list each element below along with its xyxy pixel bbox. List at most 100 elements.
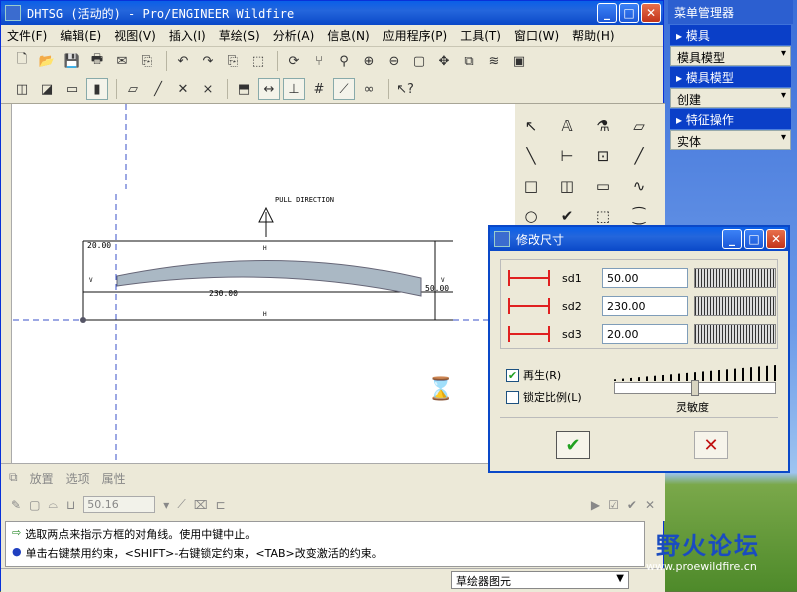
menu-view[interactable]: 视图(V) bbox=[114, 27, 156, 44]
menu-edit[interactable]: 编辑(E) bbox=[60, 27, 101, 44]
menu-sketch[interactable]: 草绘(S) bbox=[219, 27, 260, 44]
layers-icon[interactable]: ≋ bbox=[483, 50, 505, 72]
tab-properties[interactable]: 属性 bbox=[102, 470, 126, 487]
dialog-minimize-button[interactable]: _ bbox=[722, 229, 742, 249]
navigator-strip[interactable] bbox=[1, 104, 12, 464]
offset-icon[interactable]: ▭ bbox=[591, 174, 615, 198]
undo-icon[interactable]: ↶ bbox=[172, 50, 194, 72]
thicken-icon[interactable]: ⊔ bbox=[66, 498, 75, 512]
mm-item-solid[interactable]: 实体 ▾ bbox=[670, 130, 791, 150]
select-arrow-icon[interactable]: ↖ bbox=[519, 114, 543, 138]
solid-icon[interactable]: ▢ bbox=[29, 498, 40, 512]
mm-header-feature-ops[interactable]: ▸ 特征操作 bbox=[670, 109, 791, 129]
zoom-in-icon[interactable]: ⊕ bbox=[358, 50, 380, 72]
remove-material-icon[interactable]: ⌧ bbox=[194, 498, 208, 512]
accept-icon[interactable]: ✔ bbox=[627, 498, 637, 512]
menu-tools[interactable]: 工具(T) bbox=[460, 27, 501, 44]
text-icon[interactable]: 𝔸 bbox=[555, 114, 579, 138]
tab-placement[interactable]: 放置 bbox=[30, 470, 54, 487]
find-icon[interactable]: ⚲ bbox=[333, 50, 355, 72]
close-button[interactable]: ✕ bbox=[641, 3, 661, 23]
lock-scale-checkbox-row[interactable]: 锁定比例(L) bbox=[506, 389, 582, 405]
tree-icon[interactable]: ⑂ bbox=[308, 50, 330, 72]
model-display-icon[interactable]: ▣ bbox=[508, 50, 530, 72]
view-manager-icon[interactable]: ⧉ bbox=[458, 50, 480, 72]
orient-icon[interactable]: ✥ bbox=[433, 50, 455, 72]
mm-header-mold[interactable]: ▸ 模具 bbox=[670, 25, 791, 45]
tab-options[interactable]: 选项 bbox=[66, 470, 90, 487]
menu-analysis[interactable]: 分析(A) bbox=[273, 27, 315, 44]
thin-icon[interactable]: ⊏ bbox=[216, 498, 226, 512]
menu-insert[interactable]: 插入(I) bbox=[169, 27, 206, 44]
datum-csys-icon[interactable]: ⨯ bbox=[197, 78, 219, 100]
ok-button[interactable]: ✔ bbox=[556, 431, 590, 459]
cancel-button[interactable]: ✕ bbox=[694, 431, 728, 459]
axis-icon[interactable]: ╱ bbox=[627, 144, 651, 168]
sd2-value-field[interactable]: 230.00 bbox=[602, 296, 688, 316]
sd3-thumbwheel[interactable] bbox=[694, 324, 776, 344]
flip-icon[interactable]: ⟋ bbox=[177, 497, 185, 512]
regenerate-checkbox-row[interactable]: ✔ 再生(R) bbox=[506, 367, 561, 383]
mm-item-mold-model[interactable]: 模具模型 ▾ bbox=[670, 46, 791, 66]
mirror-icon[interactable]: ◫ bbox=[555, 174, 579, 198]
no-hidden-icon[interactable]: ▭ bbox=[61, 78, 83, 100]
show-dims-icon[interactable]: ↔ bbox=[258, 78, 280, 100]
sketch-icon[interactable]: ✎ bbox=[11, 498, 21, 512]
modify-icon[interactable]: ⊡ bbox=[591, 144, 615, 168]
chevron-down-icon[interactable]: ▾ bbox=[163, 498, 169, 512]
hidden-line-icon[interactable]: ◪ bbox=[36, 78, 58, 100]
lock-scale-checkbox[interactable] bbox=[506, 390, 519, 404]
dialog-maximize-button[interactable]: □ bbox=[744, 229, 764, 249]
sketch-view-icon[interactable]: ⬒ bbox=[233, 78, 255, 100]
hidden-icon[interactable]: ∞ bbox=[358, 78, 380, 100]
spline-icon[interactable]: ∿ bbox=[627, 174, 651, 198]
maximize-button[interactable]: □ bbox=[619, 3, 639, 23]
preview-icon[interactable]: ☑ bbox=[608, 498, 619, 512]
wireframe-icon[interactable]: ◫ bbox=[11, 78, 33, 100]
datum-plane-icon[interactable]: ▱ bbox=[122, 78, 144, 100]
redo-icon[interactable]: ↷ bbox=[197, 50, 219, 72]
minimize-button[interactable]: _ bbox=[597, 3, 617, 23]
send-icon[interactable]: ⎘ bbox=[136, 50, 158, 72]
pause-icon[interactable]: ▶ bbox=[591, 498, 600, 512]
menu-applications[interactable]: 应用程序(P) bbox=[383, 27, 448, 44]
print-icon[interactable]: 🖶 bbox=[86, 50, 108, 72]
menu-window[interactable]: 窗口(W) bbox=[514, 27, 559, 44]
mm-item-create[interactable]: 创建 ▾ bbox=[670, 88, 791, 108]
refit-icon[interactable]: ▢ bbox=[408, 50, 430, 72]
sd1-value-field[interactable]: 50.00 bbox=[602, 268, 688, 288]
regenerate-checkbox[interactable]: ✔ bbox=[506, 368, 519, 382]
zoom-out-icon[interactable]: ⊖ bbox=[383, 50, 405, 72]
show-vertices-icon[interactable]: ⟋ bbox=[333, 78, 355, 100]
sensitivity-slider-thumb[interactable] bbox=[691, 380, 699, 396]
surface-icon[interactable]: ⌓ bbox=[48, 497, 58, 512]
regenerate-icon[interactable]: ⟳ bbox=[283, 50, 305, 72]
menu-file[interactable]: 文件(F) bbox=[7, 27, 47, 44]
depth-value[interactable]: 50.16 bbox=[83, 496, 156, 513]
dimension-icon[interactable]: ⊢ bbox=[555, 144, 579, 168]
menu-help[interactable]: 帮助(H) bbox=[572, 27, 614, 44]
show-constraints-icon[interactable]: ⊥ bbox=[283, 78, 305, 100]
sd1-thumbwheel[interactable] bbox=[694, 268, 776, 288]
datum-axis-icon[interactable]: ╱ bbox=[147, 78, 169, 100]
copy-icon[interactable]: ⎘ bbox=[222, 50, 244, 72]
sd2-thumbwheel[interactable] bbox=[694, 296, 776, 316]
sensitivity-slider[interactable] bbox=[614, 380, 776, 396]
palette-icon[interactable]: ⚗ bbox=[591, 114, 615, 138]
select-box-icon[interactable]: ⬚ bbox=[247, 50, 269, 72]
trim-icon[interactable]: ▱ bbox=[627, 114, 651, 138]
show-grid-icon[interactable]: # bbox=[308, 78, 330, 100]
email-icon[interactable]: ✉ bbox=[111, 50, 133, 72]
menu-info[interactable]: 信息(N) bbox=[327, 27, 369, 44]
sketch-canvas[interactable]: PULL DIRECTION 20.00 230.00 50.00 H H V … bbox=[13, 104, 527, 464]
dialog-close-button[interactable]: ✕ bbox=[766, 229, 786, 249]
mm-header-mold-model[interactable]: ▸ 模具模型 bbox=[670, 67, 791, 87]
open-icon[interactable]: 📂 bbox=[36, 50, 58, 72]
shading-icon[interactable]: ▮ bbox=[86, 78, 108, 100]
line-icon[interactable]: ╲ bbox=[519, 144, 543, 168]
new-icon[interactable]: 🗋 bbox=[11, 50, 33, 72]
datum-point-icon[interactable]: ✕ bbox=[172, 78, 194, 100]
context-help-icon[interactable]: ↖? bbox=[394, 78, 416, 100]
sd3-value-field[interactable]: 20.00 bbox=[602, 324, 688, 344]
rectangle-icon[interactable]: □ bbox=[519, 174, 543, 198]
